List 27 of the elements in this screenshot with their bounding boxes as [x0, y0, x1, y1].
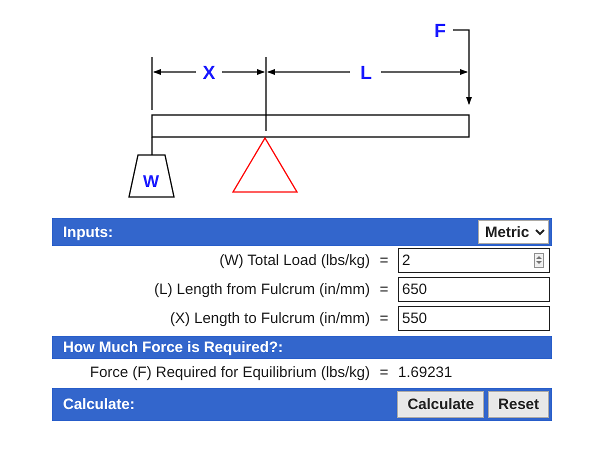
equals-sign: =: [378, 364, 390, 380]
field-label: (W) Total Load (lbs/kg): [218, 252, 370, 269]
section-title: Inputs:: [63, 224, 113, 240]
section-title: How Much Force is Required?:: [63, 339, 284, 356]
dimension-label: L: [360, 63, 372, 84]
dimension-label: X: [202, 63, 216, 84]
calculate-button[interactable]: Calculate: [397, 391, 484, 418]
spinner-icon[interactable]: [534, 253, 544, 268]
field-label: (X) Length to Fulcrum (in/mm): [168, 310, 370, 327]
result-value: 1.69231: [398, 364, 452, 380]
field-label: (L) Length from Fulcrum (in/mm): [153, 281, 370, 298]
fulcrum-triangle: [232, 136, 298, 193]
input-field[interactable]: 2: [398, 248, 550, 273]
result-label: Force (F) Required for Equilibrium (lbs/kg): [88, 364, 370, 380]
reset-button[interactable]: Reset: [488, 391, 549, 418]
equals-sign: =: [378, 310, 390, 327]
force-label: F: [434, 21, 446, 42]
weight-label: W: [142, 172, 160, 191]
section-title: Calculate:: [63, 396, 135, 413]
equals-sign: =: [378, 281, 390, 298]
input-field[interactable]: 550: [398, 306, 550, 331]
unit-dropdown[interactable]: Metric: [478, 220, 549, 244]
extension-line: [151, 57, 153, 110]
input-field[interactable]: 650: [398, 277, 550, 302]
weight-block: [128, 154, 175, 198]
equals-sign: =: [378, 252, 390, 269]
hanger-line: [151, 137, 153, 155]
